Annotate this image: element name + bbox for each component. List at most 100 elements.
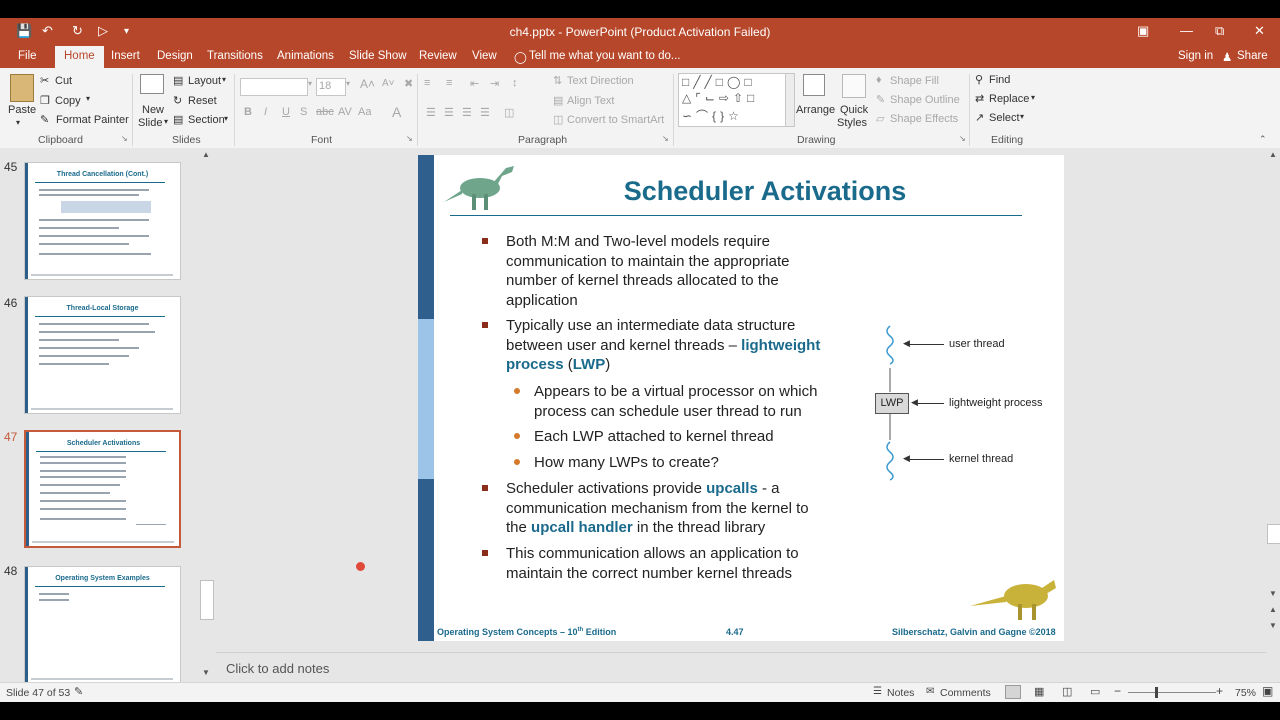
font-name-dropdown-icon[interactable]: ▾ (308, 79, 312, 88)
slide-show-icon[interactable]: ▭ (1090, 685, 1100, 698)
shapes-row-2-icon[interactable]: △⌜⌙⇨⇧□ (682, 91, 758, 105)
arrange-button[interactable]: Arrange (796, 104, 835, 116)
align-right-icon[interactable]: ☰ (462, 106, 472, 119)
align-text-icon[interactable]: ▤ (553, 94, 563, 107)
tab-insert[interactable]: Insert (111, 50, 140, 62)
bullet-4[interactable]: This communication allows an application… (506, 544, 799, 583)
paste-icon[interactable] (10, 74, 34, 102)
format-painter-icon[interactable]: ✎ (40, 113, 49, 126)
comments-button[interactable]: Comments (940, 687, 991, 699)
reading-view-icon[interactable]: ◫ (1062, 685, 1072, 698)
new-slide-label-line2[interactable]: Slide (138, 117, 162, 129)
select-dropdown-icon[interactable]: ▾ (1020, 112, 1024, 121)
slide-sorter-icon[interactable]: ▦ (1034, 685, 1044, 698)
tell-me-box[interactable]: Tell me what you want to do... (529, 50, 681, 62)
scroll-up-icon[interactable]: ▲ (1269, 150, 1277, 159)
format-painter-button[interactable]: Format Painter (56, 114, 129, 126)
numbering-icon[interactable]: ≡ (446, 77, 452, 89)
zoom-slider-thumb[interactable] (1155, 687, 1158, 698)
notes-button[interactable]: Notes (887, 687, 914, 699)
scroll-down-icon[interactable]: ▼ (1269, 589, 1277, 598)
smartart-icon[interactable]: ◫ (553, 113, 563, 126)
notes-icon[interactable]: ☰ (873, 686, 882, 697)
maximize-icon[interactable]: ⧉ (1215, 23, 1224, 39)
share-icon[interactable]: ♟ (1222, 50, 1232, 64)
italic-button[interactable]: I (264, 106, 267, 118)
select-button[interactable]: Select (989, 112, 1020, 124)
copy-dropdown-icon[interactable]: ▾ (86, 94, 90, 103)
sign-in-link[interactable]: Sign in (1178, 50, 1213, 62)
underline-button[interactable]: U (282, 106, 290, 118)
change-case-button[interactable]: Aa (358, 106, 371, 118)
layout-dropdown-icon[interactable]: ▾ (222, 75, 226, 84)
sub-bullet-1[interactable]: Appears to be a virtual processor on whi… (534, 382, 817, 421)
text-direction-button[interactable]: Text Direction (567, 75, 634, 87)
align-left-icon[interactable]: ☰ (426, 106, 436, 119)
thumbnail-scroll-thumb[interactable] (200, 580, 214, 620)
tab-review[interactable]: Review (419, 50, 457, 62)
collapse-ribbon-icon[interactable]: ⌃ (1259, 134, 1267, 145)
scroll-down-icon[interactable]: ▼ (202, 668, 210, 677)
new-slide-icon[interactable] (140, 74, 164, 94)
convert-smartart-button[interactable]: Convert to SmartArt (567, 114, 664, 126)
new-slide-dropdown-icon[interactable]: ▾ (164, 117, 168, 126)
section-dropdown-icon[interactable]: ▾ (224, 114, 228, 123)
ribbon-display-options-icon[interactable]: ▣ (1137, 23, 1149, 39)
bold-button[interactable]: B (244, 106, 252, 118)
drawing-launcher-icon[interactable]: ↘ (959, 134, 966, 143)
spell-check-icon[interactable]: ✎ (74, 685, 83, 698)
copy-button[interactable]: Copy (55, 95, 81, 107)
scroll-up-icon[interactable]: ▲ (202, 150, 210, 159)
fit-to-window-icon[interactable]: ▣ (1262, 684, 1273, 698)
share-button[interactable]: Share (1237, 50, 1268, 62)
slide-thumbnail-45[interactable]: Thread Cancellation (Cont.) (24, 162, 181, 280)
shape-fill-icon[interactable]: ♦ (876, 74, 882, 86)
clear-formatting-icon[interactable]: ✖ (404, 77, 413, 90)
bullet-1[interactable]: Both M:M and Two-level models require co… (506, 232, 790, 310)
bullet-2[interactable]: Typically use an intermediate data struc… (506, 316, 820, 375)
strikethrough-button[interactable]: abc (316, 106, 334, 118)
replace-dropdown-icon[interactable]: ▾ (1031, 93, 1035, 102)
shapes-gallery-scroll[interactable] (785, 73, 795, 127)
paragraph-launcher-icon[interactable]: ↘ (662, 134, 669, 143)
shapes-gallery[interactable]: □╱╱□◯□ △⌜⌙⇨⇧□ ∽⌒{}☆ (678, 73, 786, 127)
arrange-icon[interactable] (803, 74, 825, 96)
tab-home[interactable]: Home (55, 46, 104, 68)
font-color-button[interactable]: A (392, 104, 401, 120)
cut-icon[interactable]: ✂ (40, 74, 49, 87)
paste-dropdown-icon[interactable]: ▾ (16, 118, 20, 127)
layout-icon[interactable]: ▤ (173, 74, 183, 87)
find-button[interactable]: Find (989, 74, 1010, 86)
select-icon[interactable]: ↗ (975, 111, 984, 124)
sub-bullet-3[interactable]: How many LWPs to create? (534, 453, 719, 473)
clipboard-launcher-icon[interactable]: ↘ (121, 134, 128, 143)
shape-outline-icon[interactable]: ✎ (876, 93, 885, 106)
text-direction-icon[interactable]: ⇅ (553, 74, 562, 87)
previous-slide-icon[interactable]: ▲ (1269, 605, 1277, 614)
increase-indent-icon[interactable]: ⇥ (490, 77, 499, 90)
character-spacing-button[interactable]: AV (338, 106, 352, 118)
quick-styles-icon[interactable] (842, 74, 866, 98)
next-slide-icon[interactable]: ▼ (1269, 621, 1277, 630)
shapes-row-3-icon[interactable]: ∽⌒{}☆ (682, 107, 743, 124)
section-icon[interactable]: ▤ (173, 113, 183, 126)
sub-bullet-2[interactable]: Each LWP attached to kernel thread (534, 427, 774, 447)
slide-thumbnail-48[interactable]: Operating System Examples (24, 566, 181, 684)
slide-title[interactable]: Scheduler Activations (560, 176, 970, 207)
layout-button[interactable]: Layout (188, 75, 221, 87)
zoom-out-icon[interactable]: − (1114, 684, 1121, 698)
justify-icon[interactable]: ☰ (480, 106, 490, 119)
shapes-row-1-icon[interactable]: □╱╱□◯□ (682, 75, 756, 89)
tab-design[interactable]: Design (157, 50, 193, 62)
decrease-font-icon[interactable]: A˅ (382, 78, 395, 89)
font-size-dropdown-icon[interactable]: ▾ (346, 79, 350, 88)
shape-effects-icon[interactable]: ▱ (876, 112, 884, 125)
quick-styles-button[interactable]: Quick (840, 104, 868, 116)
slide-thumbnail-47-selected[interactable]: Scheduler Activations (24, 430, 181, 548)
replace-button[interactable]: Replace (989, 93, 1029, 105)
zoom-slider-track[interactable] (1128, 692, 1216, 693)
reset-icon[interactable]: ↻ (173, 94, 182, 107)
tab-slide-show[interactable]: Slide Show (349, 50, 407, 62)
font-size-box[interactable]: 18 (316, 78, 346, 96)
section-button[interactable]: Section (188, 114, 225, 126)
